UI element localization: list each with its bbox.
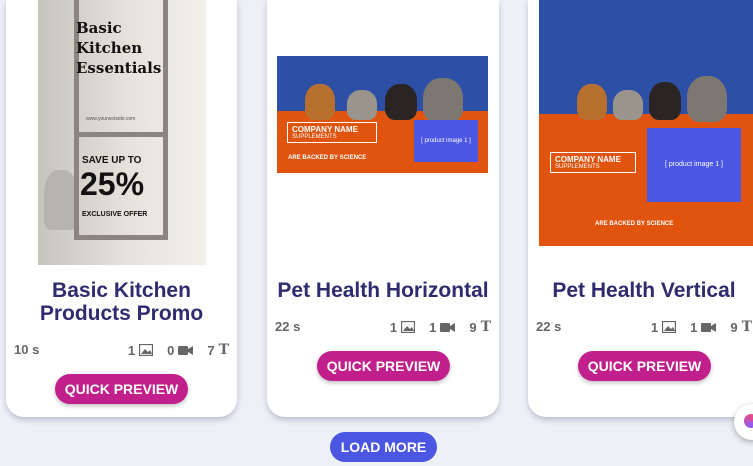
product-image-slot: [ product image 1 ] xyxy=(647,128,741,202)
tagline: ARE BACKED BY SCIENCE xyxy=(595,221,674,227)
duration: 10 s xyxy=(14,342,40,357)
card-title: Pet Health Horizontal xyxy=(277,279,489,302)
asset-counts: 1 1 9 T xyxy=(651,319,752,335)
video-count: 0 xyxy=(167,342,175,358)
cat-figure xyxy=(687,76,727,122)
company-name: COMPANY NAME xyxy=(292,125,358,134)
template-thumbnail[interactable]: COMPANY NAME SUPPLEMENTS [ product image… xyxy=(277,56,488,173)
company-name: COMPANY NAME xyxy=(555,155,621,164)
template-thumbnail[interactable]: Basic Kitchen Essentials www.yourwebsite… xyxy=(38,0,206,265)
image-icon xyxy=(662,321,677,333)
thumb-percent: 25% xyxy=(80,166,145,202)
template-card[interactable]: COMPANY NAME SUPPLEMENTS [ product image… xyxy=(267,0,499,417)
template-thumbnail[interactable]: COMPANY NAME SUPPLEMENTS [ product image… xyxy=(539,0,753,246)
text-T-icon: T xyxy=(480,319,491,335)
tagline: ARE BACKED BY SCIENCE xyxy=(288,155,367,161)
load-more-button[interactable]: LOAD MORE xyxy=(330,432,437,462)
asset-counts: 1 0 7 T xyxy=(128,342,229,358)
image-count: 1 xyxy=(650,319,659,335)
video-count: 1 xyxy=(690,319,698,335)
image-count: 1 xyxy=(127,342,136,358)
asset-counts: 1 1 9 T xyxy=(390,319,491,335)
cat-figure xyxy=(347,90,377,120)
card-meta: 22 s 1 1 9 T xyxy=(536,319,752,335)
card-title: Pet Health Vertical xyxy=(552,279,736,302)
template-card[interactable]: COMPANY NAME SUPPLEMENTS [ product image… xyxy=(528,0,753,417)
text-count: 9 xyxy=(469,319,477,335)
card-meta: 22 s 1 1 9 T xyxy=(275,319,491,335)
thumb-url: www.yourwebsite.com xyxy=(86,116,136,122)
product-image-slot: [ product image 1 ] xyxy=(414,120,478,162)
supplements-label: SUPPLEMENTS xyxy=(555,164,600,170)
image-icon xyxy=(139,344,154,356)
template-card[interactable]: Basic Kitchen Essentials www.yourwebsite… xyxy=(6,0,237,417)
dog-figure xyxy=(649,82,681,120)
quick-preview-button[interactable]: QUICK PREVIEW xyxy=(55,374,188,404)
video-camera-icon xyxy=(178,345,194,355)
cat-figure xyxy=(423,78,463,122)
quick-preview-button[interactable]: QUICK PREVIEW xyxy=(317,351,450,381)
kettle-decoration xyxy=(44,170,78,230)
company-name-box: COMPANY NAME SUPPLEMENTS xyxy=(550,152,636,173)
supplements-label: SUPPLEMENTS xyxy=(292,134,337,140)
dog-figure xyxy=(385,84,417,120)
duration: 22 s xyxy=(275,319,301,334)
thumb-save-text: SAVE UP TO xyxy=(82,155,142,166)
text-count: 9 xyxy=(730,319,738,335)
thumb-headline: Basic Kitchen Essentials xyxy=(76,19,162,77)
text-T-icon: T xyxy=(741,319,752,335)
duration: 22 s xyxy=(536,319,562,334)
dog-figure xyxy=(305,84,335,120)
company-name-box: COMPANY NAME SUPPLEMENTS xyxy=(287,122,377,143)
text-count: 7 xyxy=(207,342,215,358)
thumb-offer: EXCLUSIVE OFFER xyxy=(82,211,148,218)
card-title: Basic Kitchen Products Promo xyxy=(39,279,204,325)
frame-divider xyxy=(74,132,168,137)
video-camera-icon xyxy=(701,322,717,332)
text-T-icon: T xyxy=(218,342,229,358)
quick-preview-button[interactable]: QUICK PREVIEW xyxy=(578,351,711,381)
video-count: 1 xyxy=(429,319,437,335)
image-count: 1 xyxy=(389,319,398,335)
video-camera-icon xyxy=(440,322,456,332)
card-meta: 10 s 1 0 7 T xyxy=(14,342,229,358)
image-icon xyxy=(401,321,416,333)
dog-figure xyxy=(577,84,607,120)
cat-figure xyxy=(613,90,643,120)
